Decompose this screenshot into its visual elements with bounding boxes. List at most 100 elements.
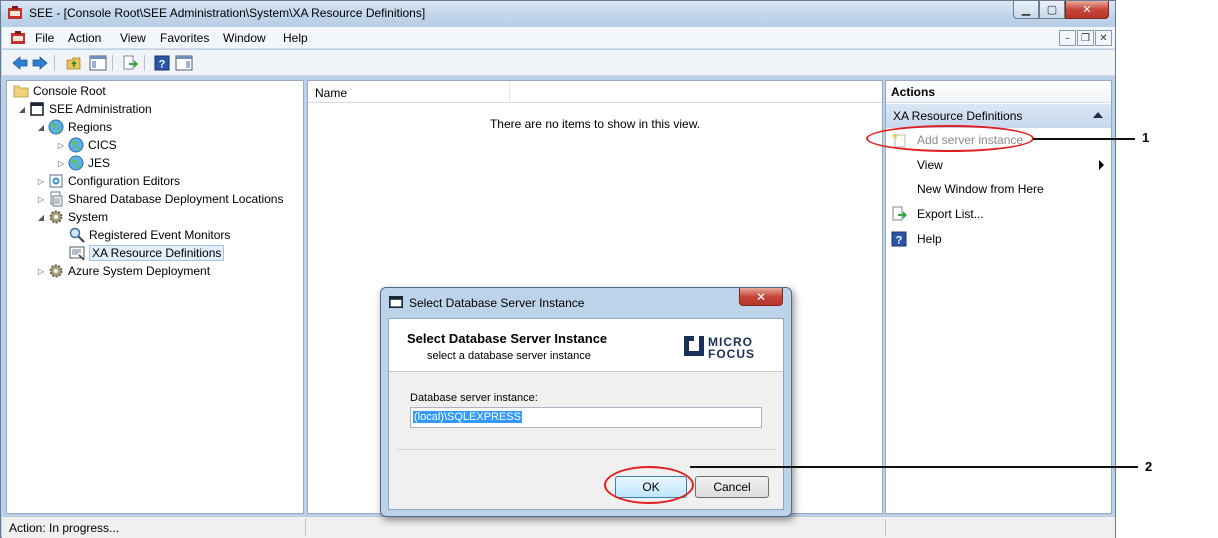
submenu-arrow-icon — [1099, 160, 1104, 170]
svg-text:FOCUS: FOCUS — [708, 347, 755, 361]
svg-text:?: ? — [896, 235, 903, 247]
status-bar: Action: In progress... — [2, 516, 1115, 538]
dialog-icon — [389, 296, 403, 308]
globe-icon — [48, 119, 64, 135]
xa-resource-icon — [69, 245, 85, 261]
tree-item-label: CICS — [88, 138, 117, 152]
maximize-button[interactable]: ▢ — [1039, 1, 1065, 19]
magnifier-icon — [69, 227, 85, 243]
action-view[interactable]: View — [886, 154, 1111, 176]
actions-section-label: XA Resource Definitions — [893, 109, 1023, 123]
help-icon[interactable]: ? — [153, 54, 171, 72]
dialog-title-bar[interactable]: Select Database Server Instance ✕ — [381, 288, 791, 316]
action-new-window-from-here[interactable]: New Window from Here — [886, 178, 1111, 200]
show-hide-tree-icon[interactable] — [89, 54, 107, 72]
empty-list-message: There are no items to show in this view. — [489, 117, 701, 131]
config-editor-icon — [48, 173, 64, 189]
system-menu-icon[interactable] — [10, 30, 26, 46]
instance-field-value: (local)\SQLEXPRESS — [413, 411, 522, 423]
tree-item-cics[interactable]: ▷ CICS — [56, 136, 117, 154]
folder-icon — [13, 83, 29, 99]
export-list-icon[interactable] — [121, 54, 139, 72]
collapse-arrow-icon[interactable]: ◢ — [17, 105, 27, 114]
annotation-circle-2 — [604, 466, 694, 504]
collapse-arrow-icon[interactable]: ◢ — [36, 123, 46, 132]
menu-view[interactable]: View — [120, 31, 146, 45]
forward-icon[interactable] — [31, 54, 49, 72]
collapse-section-icon[interactable] — [1093, 112, 1103, 118]
mdi-close-button[interactable]: ✕ — [1095, 30, 1112, 46]
menu-window[interactable]: Window — [223, 31, 266, 45]
mdi-restore-button[interactable]: ❐ — [1077, 30, 1094, 46]
export-list-icon — [891, 206, 907, 222]
database-server-instance-input[interactable]: (local)\SQLEXPRESS — [410, 407, 762, 428]
actions-section-header[interactable]: XA Resource Definitions — [886, 104, 1111, 128]
up-folder-icon[interactable] — [65, 54, 83, 72]
tree-item-label: Regions — [68, 120, 113, 134]
show-hide-action-pane-icon[interactable] — [175, 54, 193, 72]
gear-icon — [48, 209, 64, 225]
expand-arrow-icon[interactable]: ▷ — [36, 267, 46, 276]
close-button[interactable]: ✕ — [1065, 1, 1109, 19]
expand-arrow-icon[interactable]: ▷ — [36, 177, 46, 186]
tree-item-regions[interactable]: ◢ Regions — [36, 118, 112, 136]
console-tree: Console Root ◢ SEE Administration ◢ Regi… — [6, 80, 304, 514]
action-help[interactable]: ? Help — [886, 228, 1111, 250]
action-label: Export List... — [917, 207, 984, 221]
action-label: New Window from Here — [917, 182, 1044, 196]
dialog-heading: Select Database Server Instance — [407, 331, 608, 346]
menu-favorites[interactable]: Favorites — [160, 31, 209, 45]
menu-bar: File Action View Favorites Window Help –… — [2, 27, 1115, 49]
tree-item-console-root[interactable]: Console Root — [13, 82, 106, 100]
callout-number-1: 1 — [1142, 130, 1150, 145]
dialog-subheading: select a database server instance — [427, 350, 591, 362]
callout-number-2: 2 — [1145, 459, 1153, 474]
console-icon — [29, 101, 45, 117]
collapse-arrow-icon[interactable]: ◢ — [36, 213, 46, 222]
title-bar[interactable]: SEE - [Console Root\SEE Administration\S… — [1, 1, 1115, 26]
tree-item-label: JES — [88, 156, 111, 170]
tree-item-see-administration[interactable]: ◢ SEE Administration — [17, 100, 152, 118]
tree-item-shared-database-deployment-locations[interactable]: ▷ Shared Database Deployment Locations — [36, 190, 283, 208]
callout-line-2 — [690, 466, 1138, 468]
actions-pane-title: Actions — [886, 81, 1111, 103]
tree-item-label: Shared Database Deployment Locations — [68, 192, 284, 206]
tree-item-xa-resource-definitions[interactable]: XA Resource Definitions — [69, 244, 225, 262]
expand-arrow-icon[interactable]: ▷ — [36, 195, 46, 204]
database-icon — [48, 191, 64, 207]
svg-text:?: ? — [159, 59, 166, 71]
tree-item-system[interactable]: ◢ System — [36, 208, 108, 226]
annotation-circle-1 — [866, 125, 1034, 152]
dialog-close-button[interactable]: ✕ — [739, 288, 783, 306]
dialog-header: Select Database Server Instance select a… — [389, 319, 783, 372]
tree-item-label: XA Resource Definitions — [89, 245, 225, 261]
tree-item-azure-system-deployment[interactable]: ▷ Azure System Deployment — [36, 262, 210, 280]
action-label: Help — [917, 232, 942, 246]
minimize-button[interactable]: ▁ — [1013, 1, 1039, 19]
gear-icon — [48, 263, 64, 279]
column-header-name[interactable]: Name — [315, 86, 347, 100]
dialog-divider — [397, 449, 777, 450]
menu-help[interactable]: Help — [283, 31, 308, 45]
expand-arrow-icon[interactable]: ▷ — [56, 159, 66, 168]
tree-item-label: SEE Administration — [49, 102, 152, 116]
tree-item-label: Configuration Editors — [68, 174, 181, 188]
window-title: SEE - [Console Root\SEE Administration\S… — [29, 6, 426, 20]
action-export-list[interactable]: Export List... — [886, 203, 1111, 225]
tree-item-jes[interactable]: ▷ JES — [56, 154, 110, 172]
callout-line-1 — [1033, 138, 1135, 140]
tree-item-configuration-editors[interactable]: ▷ Configuration Editors — [36, 172, 180, 190]
expand-arrow-icon[interactable]: ▷ — [56, 141, 66, 150]
menu-file[interactable]: File — [35, 31, 54, 45]
column-divider[interactable] — [509, 81, 510, 103]
back-icon[interactable] — [11, 54, 29, 72]
app-icon — [8, 6, 22, 19]
toolbar: ? — [2, 50, 1115, 76]
tree-item-registered-event-monitors[interactable]: Registered Event Monitors — [69, 226, 230, 244]
mdi-minimize-button[interactable]: – — [1059, 30, 1076, 46]
menu-action[interactable]: Action — [68, 31, 101, 45]
tree-item-label: System — [68, 210, 109, 224]
cancel-button[interactable]: Cancel — [695, 476, 769, 498]
action-label: View — [917, 158, 943, 172]
globe-icon — [68, 137, 84, 153]
